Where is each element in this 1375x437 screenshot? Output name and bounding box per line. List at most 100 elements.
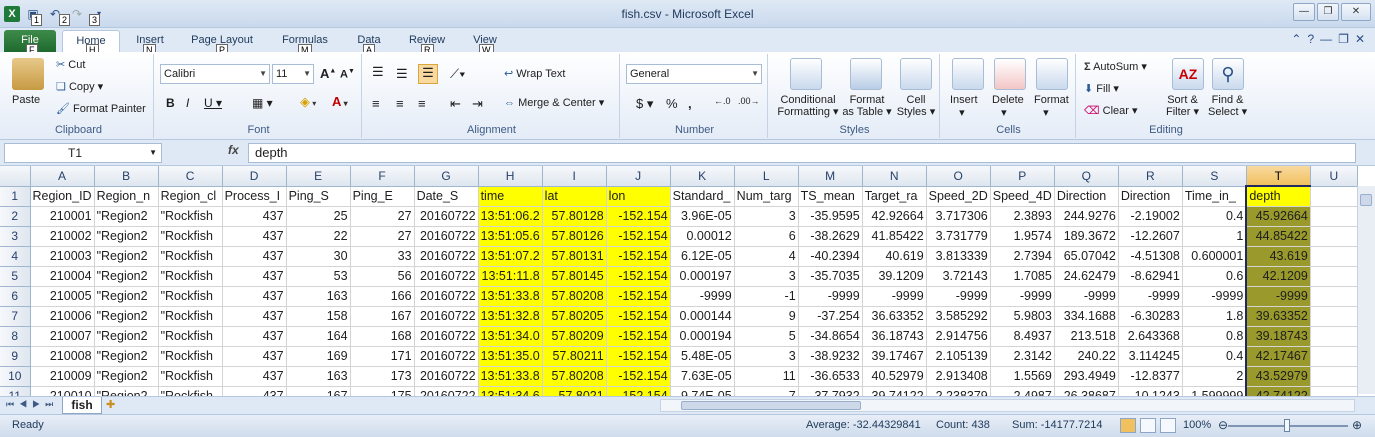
format-as-table-button[interactable]: Format as Table ▾: [842, 94, 892, 118]
cell[interactable]: 2.3142: [990, 346, 1055, 367]
decrease-decimal-icon[interactable]: .00→: [738, 96, 760, 106]
cell[interactable]: 0.000194: [670, 326, 735, 347]
selected-cell[interactable]: 43.619: [1245, 246, 1311, 267]
cell[interactable]: 5: [734, 326, 799, 347]
cell[interactable]: "Region2: [94, 306, 159, 327]
column-header[interactable]: T: [1246, 166, 1311, 187]
cell[interactable]: 437: [222, 326, 287, 347]
wrap-text-button[interactable]: ↩ Wrap Text: [504, 67, 565, 80]
cell[interactable]: Standard_: [670, 186, 735, 207]
insert-cells-button[interactable]: Insert ▾: [950, 94, 978, 119]
column-header[interactable]: I: [542, 166, 607, 187]
find-select-button[interactable]: Find & Select ▾: [1208, 94, 1247, 118]
borders-icon[interactable]: ▦ ▾: [252, 96, 273, 110]
cell[interactable]: 210004: [30, 266, 95, 287]
cell[interactable]: 0.6: [1182, 266, 1247, 287]
cell[interactable]: Speed_2D: [926, 186, 991, 207]
cell[interactable]: 24.62479: [1054, 266, 1119, 287]
column-header[interactable]: J: [606, 166, 671, 187]
cell[interactable]: 20160722: [414, 226, 479, 247]
column-header[interactable]: A: [30, 166, 95, 187]
cell[interactable]: 57.80145: [542, 266, 607, 287]
number-format-combo[interactable]: General ▼: [626, 64, 762, 84]
row-header[interactable]: 7: [0, 306, 31, 327]
cell[interactable]: 2.3893: [990, 206, 1055, 227]
minimize-ribbon-icon[interactable]: ⌃: [1291, 32, 1301, 46]
cell[interactable]: -9999: [1182, 286, 1247, 307]
cell[interactable]: [1310, 266, 1358, 287]
cell[interactable]: 40.619: [862, 246, 927, 267]
row-header[interactable]: 9: [0, 346, 31, 367]
align-top-icon[interactable]: ☰: [372, 64, 384, 80]
cell[interactable]: 5.48E-05: [670, 346, 735, 367]
cell[interactable]: 2.643368: [1118, 326, 1183, 347]
cell[interactable]: Speed_4D: [990, 186, 1055, 207]
align-left-icon[interactable]: ≡: [372, 96, 380, 111]
cell[interactable]: -152.154: [606, 246, 671, 267]
page-layout-view-icon[interactable]: [1140, 418, 1156, 433]
cell[interactable]: -152.154: [606, 326, 671, 347]
cell[interactable]: 53: [286, 266, 351, 287]
cell[interactable]: 2.914756: [926, 326, 991, 347]
cell[interactable]: 13:51:35.0: [478, 346, 543, 367]
font-name-combo[interactable]: Calibri ▼: [160, 64, 270, 84]
cell[interactable]: 164: [286, 326, 351, 347]
normal-view-icon[interactable]: [1120, 418, 1136, 433]
cell[interactable]: "Rockfish: [158, 366, 223, 387]
cell[interactable]: "Region2: [94, 346, 159, 367]
doc-close-icon[interactable]: ✕: [1355, 32, 1365, 46]
cell[interactable]: lat: [542, 186, 607, 207]
cell[interactable]: 0.8: [1182, 326, 1247, 347]
cell[interactable]: [1310, 326, 1358, 347]
cell[interactable]: -152.154: [606, 366, 671, 387]
cell[interactable]: Num_targ: [734, 186, 799, 207]
column-header[interactable]: K: [670, 166, 735, 187]
align-right-icon[interactable]: ≡: [418, 96, 426, 111]
page-break-view-icon[interactable]: [1160, 418, 1176, 433]
cell[interactable]: 13:51:06.2: [478, 206, 543, 227]
cell[interactable]: 8.4937: [990, 326, 1055, 347]
cell[interactable]: -34.8654: [798, 326, 863, 347]
column-header[interactable]: Q: [1054, 166, 1119, 187]
cell[interactable]: "Rockfish: [158, 306, 223, 327]
selected-cell[interactable]: 39.63352: [1245, 306, 1311, 327]
cell[interactable]: 11: [734, 366, 799, 387]
cell[interactable]: 210006: [30, 306, 95, 327]
cell[interactable]: -9999: [670, 286, 735, 307]
cell[interactable]: -35.9595: [798, 206, 863, 227]
cell[interactable]: Date_S: [414, 186, 479, 207]
cell[interactable]: 1.7085: [990, 266, 1055, 287]
selected-cell[interactable]: 42.1209: [1245, 266, 1311, 287]
cell[interactable]: Direction: [1054, 186, 1119, 207]
cell[interactable]: "Rockfish: [158, 226, 223, 247]
cell[interactable]: "Region2: [94, 286, 159, 307]
row-header[interactable]: 2: [0, 206, 31, 227]
doc-minimize-icon[interactable]: —: [1320, 32, 1332, 46]
cell[interactable]: 3: [734, 346, 799, 367]
cell[interactable]: -38.9232: [798, 346, 863, 367]
cell[interactable]: 3.96E-05: [670, 206, 735, 227]
cell[interactable]: 1: [1182, 226, 1247, 247]
cell[interactable]: 240.22: [1054, 346, 1119, 367]
cell[interactable]: 42.92664: [862, 206, 927, 227]
cell[interactable]: 3: [734, 266, 799, 287]
cell[interactable]: 1.5569: [990, 366, 1055, 387]
cell[interactable]: -12.2607: [1118, 226, 1183, 247]
cell[interactable]: "Rockfish: [158, 246, 223, 267]
cell[interactable]: 20160722: [414, 346, 479, 367]
cell[interactable]: 210003: [30, 246, 95, 267]
fill-button[interactable]: ⬇ Fill ▾: [1084, 82, 1119, 95]
cell[interactable]: 210008: [30, 346, 95, 367]
cell[interactable]: -38.2629: [798, 226, 863, 247]
cell[interactable]: 173: [350, 366, 415, 387]
help-icon[interactable]: ?: [1307, 32, 1314, 46]
cell[interactable]: 41.85422: [862, 226, 927, 247]
cell[interactable]: 210009: [30, 366, 95, 387]
column-header[interactable]: H: [478, 166, 543, 187]
insert-function-icon[interactable]: fx: [228, 143, 239, 157]
cell[interactable]: 213.518: [1054, 326, 1119, 347]
cell[interactable]: Direction: [1118, 186, 1183, 207]
selected-cell[interactable]: 39.18743: [1245, 326, 1311, 347]
sheet-tab-fish[interactable]: fish: [62, 397, 102, 414]
cell[interactable]: -152.154: [606, 266, 671, 287]
